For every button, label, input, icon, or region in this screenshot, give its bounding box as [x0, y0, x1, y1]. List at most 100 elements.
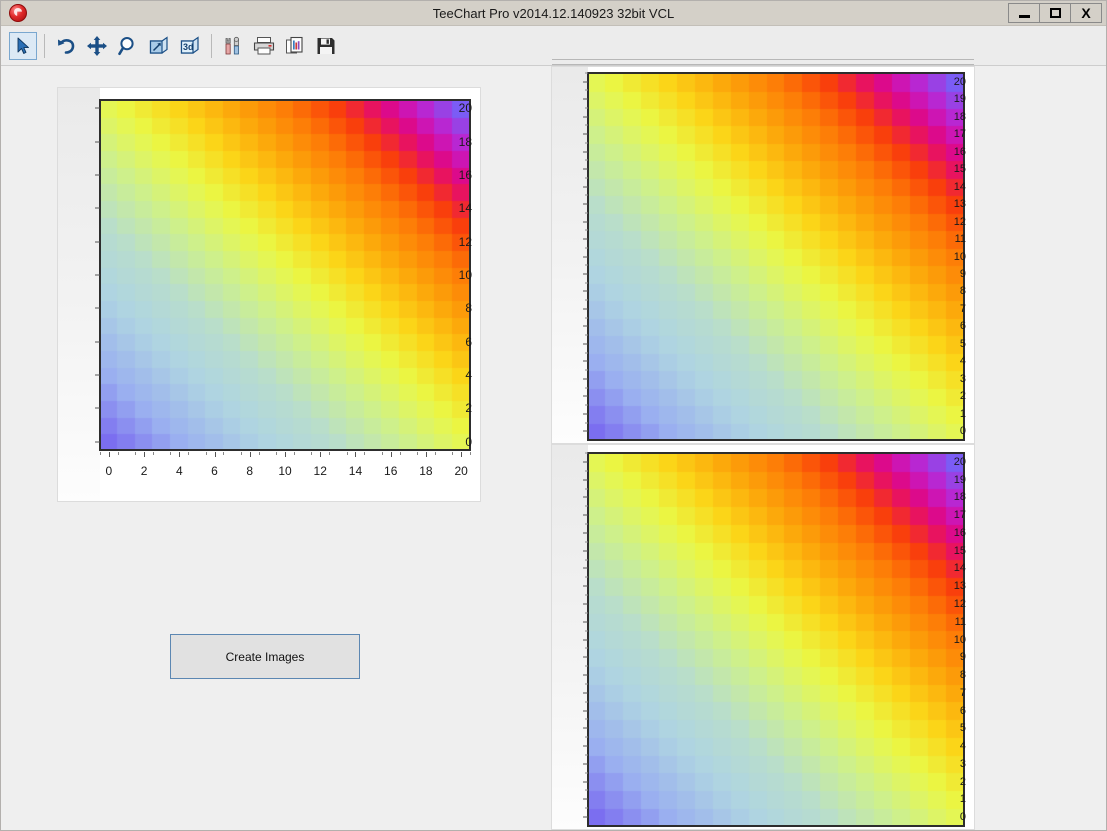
chart-panel-top-right[interactable]: 0 1 2 3 4 5 6 7 8 9 10 11 12 13 14 15 16 17 18 19 20 [551, 59, 975, 444]
y-axis-tick-label: 9 [959, 651, 966, 664]
y-axis-tick-label: 15 [953, 544, 966, 557]
y-axis-minor-tick [585, 541, 588, 543]
heatmap-plot-top-right[interactable] [588, 73, 964, 440]
x-axis-tick-label: 2 [140, 464, 148, 478]
y-axis-tick-label: 10 [953, 633, 966, 646]
y-axis-tick [583, 639, 588, 640]
y-axis-tick-label: 16 [458, 168, 472, 182]
window-title: TeeChart Pro v2014.12.140923 32bit VCL [432, 6, 675, 21]
y-axis-minor-tick [585, 470, 588, 472]
move-cross-icon [87, 36, 107, 56]
minimize-icon [1018, 14, 1030, 18]
x-axis-minor-tick [205, 452, 207, 455]
title-bar: TeeChart Pro v2014.12.140923 32bit VCL X [1, 1, 1106, 26]
heatmap-plot-main[interactable] [100, 100, 470, 450]
chart-panel-bottom-right[interactable]: 0 1 2 3 4 5 6 7 8 9 10 11 12 13 14 15 16 17 18 19 20 [551, 444, 975, 830]
x-axis-tick [355, 452, 357, 457]
y-axis-tick-label: 8 [465, 301, 472, 316]
x-axis-tick [461, 452, 463, 457]
y-axis-tick [583, 116, 588, 118]
maximize-icon [1049, 8, 1061, 18]
y-axis-minor-tick [585, 352, 588, 354]
y-axis-tick [583, 360, 588, 362]
y-axis-tick-label: 10 [953, 250, 966, 263]
x-axis-minor-tick [470, 452, 471, 455]
y-axis-tick [583, 378, 588, 380]
y-axis-tick-label: 17 [953, 509, 966, 522]
y-axis-tick-label: 2 [959, 775, 966, 788]
normal-view-button[interactable] [145, 32, 173, 60]
y-axis-tick [95, 307, 100, 309]
three-d-button[interactable]: 3d [176, 32, 204, 60]
y-axis-minor-tick [585, 264, 588, 266]
edit-chart-button[interactable] [219, 32, 247, 60]
x-axis-minor-tick [417, 452, 419, 455]
y-axis-tick [95, 374, 100, 376]
y-axis-tick [583, 603, 588, 605]
pan-button[interactable] [83, 32, 111, 60]
y-axis-tick-label: 0 [465, 434, 472, 449]
x-axis-tick-label: 14 [348, 464, 363, 478]
y-axis-tick-label: 7 [959, 686, 966, 699]
y-axis-minor-tick [585, 612, 588, 614]
y-axis-tick [583, 151, 588, 153]
y-axis-minor-tick [585, 559, 588, 561]
y-axis-minor-tick [585, 701, 588, 703]
zoom-button[interactable] [114, 32, 142, 60]
y-axis-tick [583, 273, 588, 275]
y-axis-tick [583, 168, 588, 170]
y-axis-tick [583, 413, 588, 415]
copy-button[interactable] [281, 32, 309, 60]
y-axis-tick-label: 0 [959, 425, 966, 438]
y-axis-minor-tick [585, 212, 588, 214]
y-axis-tick [95, 274, 100, 276]
y-axis-tick-label: 20 [458, 101, 472, 116]
magnifier-icon [118, 37, 134, 56]
y-axis-tick [95, 141, 100, 143]
y-axis-tick-label: 13 [953, 198, 966, 211]
close-button[interactable]: X [1070, 3, 1102, 23]
y-axis-minor-tick [585, 124, 588, 126]
y-axis-tick-label: 0 [959, 811, 966, 824]
y-axis-tick-label: 20 [953, 455, 966, 468]
x-axis-tick-label: 10 [278, 464, 292, 478]
create-images-button[interactable]: Create Images [170, 634, 360, 679]
y-axis-tick-label: 18 [458, 134, 472, 149]
x-axis-minor-tick [399, 452, 401, 455]
x-axis-tick-label: 0 [105, 464, 113, 478]
y-axis-minor-tick [585, 736, 588, 738]
y-axis-tick [583, 567, 588, 569]
y-axis-tick [95, 241, 100, 243]
save-button[interactable] [312, 32, 340, 60]
heatmap-plot-bottom-right[interactable] [588, 453, 964, 826]
y-axis-tick [583, 203, 588, 205]
x-axis-minor-tick [434, 452, 436, 455]
y-axis-tick-label: 17 [953, 128, 966, 141]
floppy-disk-icon [317, 38, 335, 54]
y-axis-minor-tick [585, 282, 588, 284]
minimize-button[interactable] [1008, 3, 1040, 23]
select-tool-button[interactable] [9, 32, 37, 60]
x-axis-minor-tick [452, 452, 454, 455]
y-axis-tick [583, 290, 588, 292]
y-axis-tick [583, 496, 588, 498]
y-axis-minor-tick [585, 754, 588, 756]
x-axis-minor-tick [346, 452, 348, 455]
undo-button[interactable] [52, 32, 80, 60]
y-axis-tick-label: 1 [959, 407, 966, 420]
chart-panel-main[interactable]: 0 2 4 6 8 10 12 14 16 18 20 0 2 4 6 8 10 12 14 16 18 20 [57, 87, 481, 502]
y-axis-tick [583, 710, 588, 712]
y-axis-tick-label: 19 [953, 93, 966, 106]
x-axis-tick [285, 452, 286, 457]
y-axis-minor-tick [585, 387, 588, 389]
print-button[interactable] [250, 32, 278, 60]
x-axis-tick-label: 8 [246, 464, 254, 478]
y-axis-tick [95, 407, 100, 409]
y-axis-tick [583, 81, 588, 83]
maximize-button[interactable] [1039, 3, 1071, 23]
x-axis-minor-tick [117, 452, 119, 455]
x-axis-minor-tick [381, 452, 383, 455]
y-axis-minor-tick [585, 299, 588, 301]
toolbar-separator [211, 34, 212, 58]
x-axis-minor-tick [364, 452, 366, 455]
